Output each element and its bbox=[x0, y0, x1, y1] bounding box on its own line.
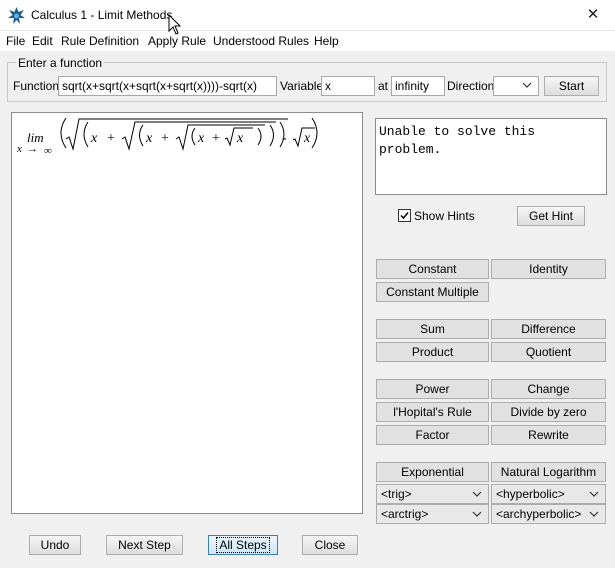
menu-help[interactable]: Help bbox=[314, 34, 339, 48]
rule-factor-button[interactable]: Factor bbox=[376, 425, 489, 445]
math-x-5: x bbox=[303, 131, 311, 146]
arctrig-select[interactable]: <arctrig> bbox=[376, 504, 489, 524]
menu-rule-definition[interactable]: Rule Definition bbox=[61, 34, 139, 48]
rule-exponential-button[interactable]: Exponential bbox=[376, 462, 489, 482]
at-input[interactable]: infinity bbox=[391, 76, 445, 96]
window-close-button[interactable]: ✕ bbox=[580, 5, 606, 25]
menu-apply-rule[interactable]: Apply Rule bbox=[148, 34, 206, 48]
chevron-down-icon bbox=[589, 491, 599, 497]
archyperbolic-select[interactable]: <archyperbolic> bbox=[491, 504, 606, 524]
rule-change-button[interactable]: Change bbox=[491, 379, 606, 399]
limit-expression: lim x → ∞ x + x + x + x - x bbox=[16, 117, 318, 157]
rule-constant-button[interactable]: Constant bbox=[376, 259, 489, 279]
math-x-4: x bbox=[236, 131, 244, 146]
chevron-down-icon bbox=[472, 511, 482, 517]
mouse-cursor-icon bbox=[168, 14, 182, 35]
rule-product-button[interactable]: Product bbox=[376, 342, 489, 362]
next-step-button[interactable]: Next Step bbox=[106, 535, 183, 555]
all-steps-label: All Steps bbox=[216, 537, 270, 553]
math-x-3: x bbox=[197, 131, 205, 146]
math-x-2: x bbox=[145, 131, 153, 146]
math-plus-3: + bbox=[212, 131, 220, 146]
lim-sub-var: x bbox=[16, 143, 22, 155]
rule-difference-button[interactable]: Difference bbox=[491, 319, 606, 339]
math-plus-2: + bbox=[161, 131, 169, 146]
rule-constant-multiple-button[interactable]: Constant Multiple bbox=[376, 282, 489, 302]
variable-input[interactable]: x bbox=[321, 76, 375, 96]
window-title: Calculus 1 - Limit Methods bbox=[31, 8, 173, 22]
rule-lhopital-button[interactable]: l'Hopital's Rule bbox=[376, 402, 489, 422]
show-hints-checkbox[interactable] bbox=[398, 209, 411, 222]
rule-identity-button[interactable]: Identity bbox=[491, 259, 606, 279]
title-bar: Calculus 1 - Limit Methods ✕ bbox=[0, 0, 615, 31]
hyperbolic-value: <hyperbolic> bbox=[496, 487, 565, 501]
rule-power-button[interactable]: Power bbox=[376, 379, 489, 399]
math-display-panel: lim x → ∞ x + x + x + x - x bbox=[11, 112, 363, 514]
rule-rewrite-button[interactable]: Rewrite bbox=[491, 425, 606, 445]
hyperbolic-select[interactable]: <hyperbolic> bbox=[491, 484, 606, 504]
at-label: at bbox=[378, 79, 389, 93]
direction-label: Direction bbox=[447, 79, 495, 93]
trig-select[interactable]: <trig> bbox=[376, 484, 489, 504]
chevron-down-icon bbox=[589, 511, 599, 517]
menu-file[interactable]: File bbox=[6, 34, 25, 48]
variable-label: Variable bbox=[280, 79, 324, 93]
lim-sub-arrow: → bbox=[27, 143, 38, 155]
archyperbolic-value: <archyperbolic> bbox=[496, 507, 582, 521]
function-label: Function bbox=[13, 79, 60, 93]
menu-edit[interactable]: Edit bbox=[32, 34, 53, 48]
arctrig-value: <arctrig> bbox=[381, 507, 429, 521]
message-box: Unable to solve this problem. bbox=[375, 118, 607, 195]
rule-natural-log-button[interactable]: Natural Logarithm bbox=[491, 462, 606, 482]
close-button[interactable]: Close bbox=[302, 535, 358, 555]
rule-quotient-button[interactable]: Quotient bbox=[491, 342, 606, 362]
chevron-down-icon bbox=[472, 491, 482, 497]
menu-understood-rules[interactable]: Understood Rules bbox=[213, 34, 309, 48]
direction-select[interactable] bbox=[493, 76, 539, 96]
menu-bar: File Edit Rule Definition Apply Rule Und… bbox=[0, 31, 615, 51]
lim-sub-target: ∞ bbox=[44, 145, 52, 157]
math-plus-1: + bbox=[107, 131, 115, 146]
rule-divide-by-zero-button[interactable]: Divide by zero bbox=[491, 402, 606, 422]
math-x-1: x bbox=[90, 131, 98, 146]
app-logo-icon bbox=[8, 7, 25, 24]
check-icon bbox=[400, 212, 409, 220]
chevron-down-icon bbox=[522, 82, 532, 88]
show-hints-label: Show Hints bbox=[414, 209, 475, 223]
function-input[interactable]: sqrt(x+sqrt(x+sqrt(x+sqrt(x))))-sqrt(x) bbox=[58, 76, 277, 96]
undo-button[interactable]: Undo bbox=[29, 535, 81, 555]
start-button[interactable]: Start bbox=[544, 76, 599, 96]
rule-sum-button[interactable]: Sum bbox=[376, 319, 489, 339]
all-steps-button[interactable]: All Steps bbox=[208, 535, 278, 555]
group-legend: Enter a function bbox=[16, 56, 105, 70]
math-minus: - bbox=[282, 131, 287, 146]
trig-value: <trig> bbox=[381, 487, 412, 501]
get-hint-button[interactable]: Get Hint bbox=[517, 206, 585, 226]
